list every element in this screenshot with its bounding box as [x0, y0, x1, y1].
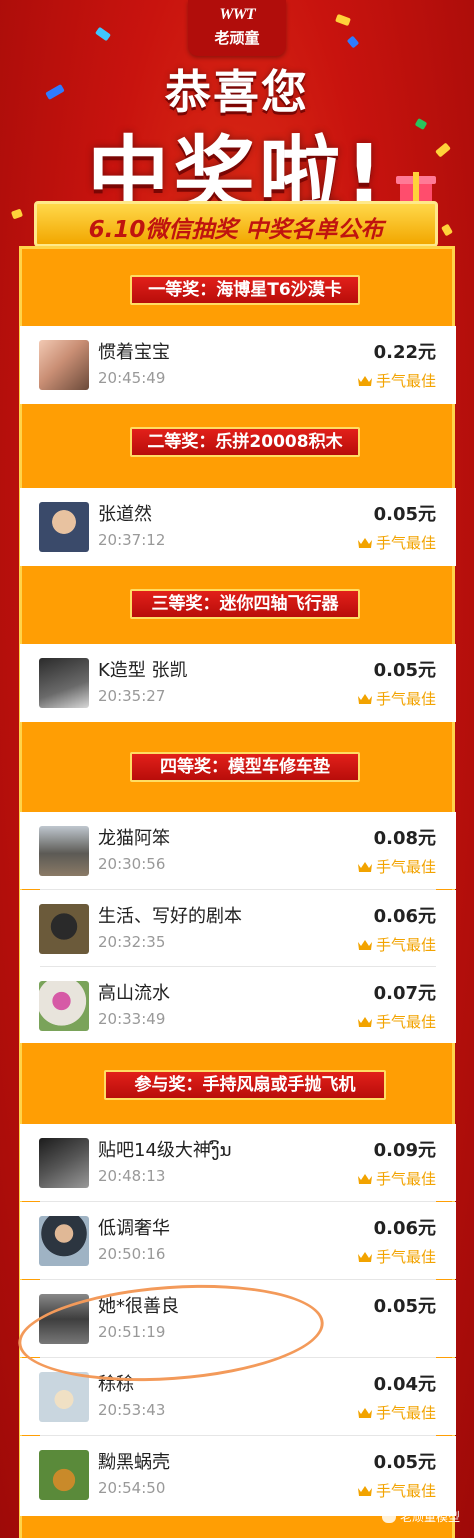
gift-box-icon: [396, 170, 436, 204]
crown-icon: [357, 535, 373, 548]
winner-row: 龙猫阿笨 20:30:56 0.08元 手气最佳: [20, 812, 456, 889]
winner-time: 20:33:49: [98, 1010, 166, 1028]
avatar: [39, 1138, 89, 1188]
best-luck-badge: 手气最佳: [357, 1246, 436, 1267]
best-luck-badge: 手气最佳: [357, 688, 436, 709]
lottery-result-page: WWT 老顽童 恭喜您 中奖啦! 6.10微信抽奖 中奖名单公布 一等奖：海博星…: [0, 0, 474, 1538]
winner-amount: 0.07元: [373, 983, 436, 1004]
winner-amount: 0.05元: [373, 1452, 436, 1473]
winner-time: 20:54:50: [98, 1479, 166, 1497]
crown-icon: [357, 859, 373, 872]
avatar: [39, 1372, 89, 1422]
winner-time: 20:53:43: [98, 1401, 166, 1419]
winner-time: 20:37:12: [98, 531, 166, 549]
winner-amount: 0.05元: [373, 1296, 436, 1317]
prize-tag: 参与奖：手持风扇或手抛飞机: [104, 1070, 386, 1100]
avatar: [39, 658, 89, 708]
winner-name: 龙猫阿笨: [98, 828, 170, 849]
crown-icon: [357, 1405, 373, 1418]
winner-name: 生活、写好的剧本: [98, 906, 242, 927]
wechat-icon: [381, 1511, 396, 1523]
banner-title: 6.10微信抽奖 中奖名单公布: [88, 217, 384, 243]
winner-row: K造型 张凯 20:35:27 0.05元 手气最佳: [20, 644, 456, 722]
best-luck-badge: 手气最佳: [357, 1402, 436, 1423]
best-luck-badge: 手气最佳: [357, 370, 436, 391]
winner-name: 张道然: [98, 504, 152, 525]
watermark: 老顽童模型: [381, 1508, 460, 1525]
best-luck-badge: 手气最佳: [357, 1011, 436, 1032]
winner-amount: 0.06元: [373, 1218, 436, 1239]
winner-amount: 0.05元: [373, 660, 436, 681]
winner-time: 20:48:13: [98, 1167, 166, 1185]
prize-tag: 二等奖：乐拼20008积木: [130, 427, 360, 457]
winner-time: 20:45:49: [98, 369, 166, 387]
winner-name: 黝黑蜗壳: [98, 1452, 170, 1473]
crown-icon: [357, 691, 373, 704]
section-header-second-prize: 二等奖：乐拼20008积木: [20, 408, 456, 482]
winner-amount: 0.04元: [373, 1374, 436, 1395]
confetti-decoration: [94, 26, 112, 42]
crown-icon: [357, 1014, 373, 1027]
section-header-fourth-prize: 四等奖：模型车修车垫: [20, 733, 456, 807]
winner-row: 贴吧14级大神ງົນ 20:48:13 0.09元 手气最佳: [20, 1124, 456, 1201]
crown-icon: [357, 937, 373, 950]
winner-amount: 0.06元: [373, 906, 436, 927]
logo-name: 老顽童: [214, 29, 260, 47]
winner-name: 惯着宝宝: [98, 342, 170, 363]
winner-name: 高山流水: [98, 983, 170, 1004]
best-luck-badge: 手气最佳: [357, 532, 436, 553]
winner-row: 黝黑蜗壳 20:54:50 0.05元 手气最佳: [20, 1436, 456, 1516]
winner-time: 20:30:56: [98, 855, 166, 873]
winner-amount: 0.22元: [373, 342, 436, 363]
section-header-first-prize: 一等奖：海博星T6沙漠卡: [20, 256, 456, 330]
winner-time: 20:35:27: [98, 687, 166, 705]
prize-tag: 四等奖：模型车修车垫: [130, 752, 360, 782]
winner-row: 高山流水 20:33:49 0.07元 手气最佳: [20, 967, 456, 1043]
section-header-participation-prize: 参与奖：手持风扇或手抛飞机: [20, 1051, 456, 1125]
avatar: [39, 340, 89, 390]
best-luck-badge: 手气最佳: [357, 1480, 436, 1501]
confetti-decoration: [346, 35, 360, 49]
prize-tag: 三等奖：迷你四轴飞行器: [130, 589, 360, 619]
avatar: [39, 981, 89, 1031]
crown-icon: [357, 1483, 373, 1496]
winner-row: 低调奢华 20:50:16 0.06元 手气最佳: [20, 1202, 456, 1279]
best-luck-badge: 手气最佳: [357, 934, 436, 955]
crown-icon: [357, 373, 373, 386]
confetti-decoration: [335, 13, 351, 27]
winner-row: 生活、写好的剧本 20:32:35 0.06元 手气最佳: [20, 890, 456, 967]
section-header-third-prize: 三等奖：迷你四轴飞行器: [20, 570, 456, 644]
prize-tag: 一等奖：海博星T6沙漠卡: [130, 275, 360, 305]
avatar: [39, 502, 89, 552]
crown-icon: [357, 1171, 373, 1184]
winner-amount: 0.09元: [373, 1140, 436, 1161]
avatar: [39, 826, 89, 876]
winner-name: K造型 张凯: [98, 660, 188, 681]
winner-row: 惯着宝宝 20:45:49 0.22元 手气最佳: [20, 326, 456, 404]
winner-amount: 0.08元: [373, 828, 436, 849]
avatar: [39, 1216, 89, 1266]
avatar: [39, 904, 89, 954]
crown-icon: [357, 1249, 373, 1262]
logo-mark: WWT: [219, 6, 255, 23]
winner-row: 张道然 20:37:12 0.05元 手气最佳: [20, 488, 456, 566]
winner-amount: 0.05元: [373, 504, 436, 525]
best-luck-badge: 手气最佳: [357, 1168, 436, 1189]
brand-logo: WWT 老顽童: [188, 0, 286, 56]
announcement-banner: 6.10微信抽奖 中奖名单公布: [34, 201, 438, 247]
winner-name: 低调奢华: [98, 1218, 170, 1239]
winner-time: 20:50:16: [98, 1245, 166, 1263]
winner-time: 20:32:35: [98, 933, 166, 951]
avatar: [39, 1450, 89, 1500]
winner-name: 贴吧14级大神ງົນ: [98, 1140, 232, 1161]
best-luck-badge: 手气最佳: [357, 856, 436, 877]
